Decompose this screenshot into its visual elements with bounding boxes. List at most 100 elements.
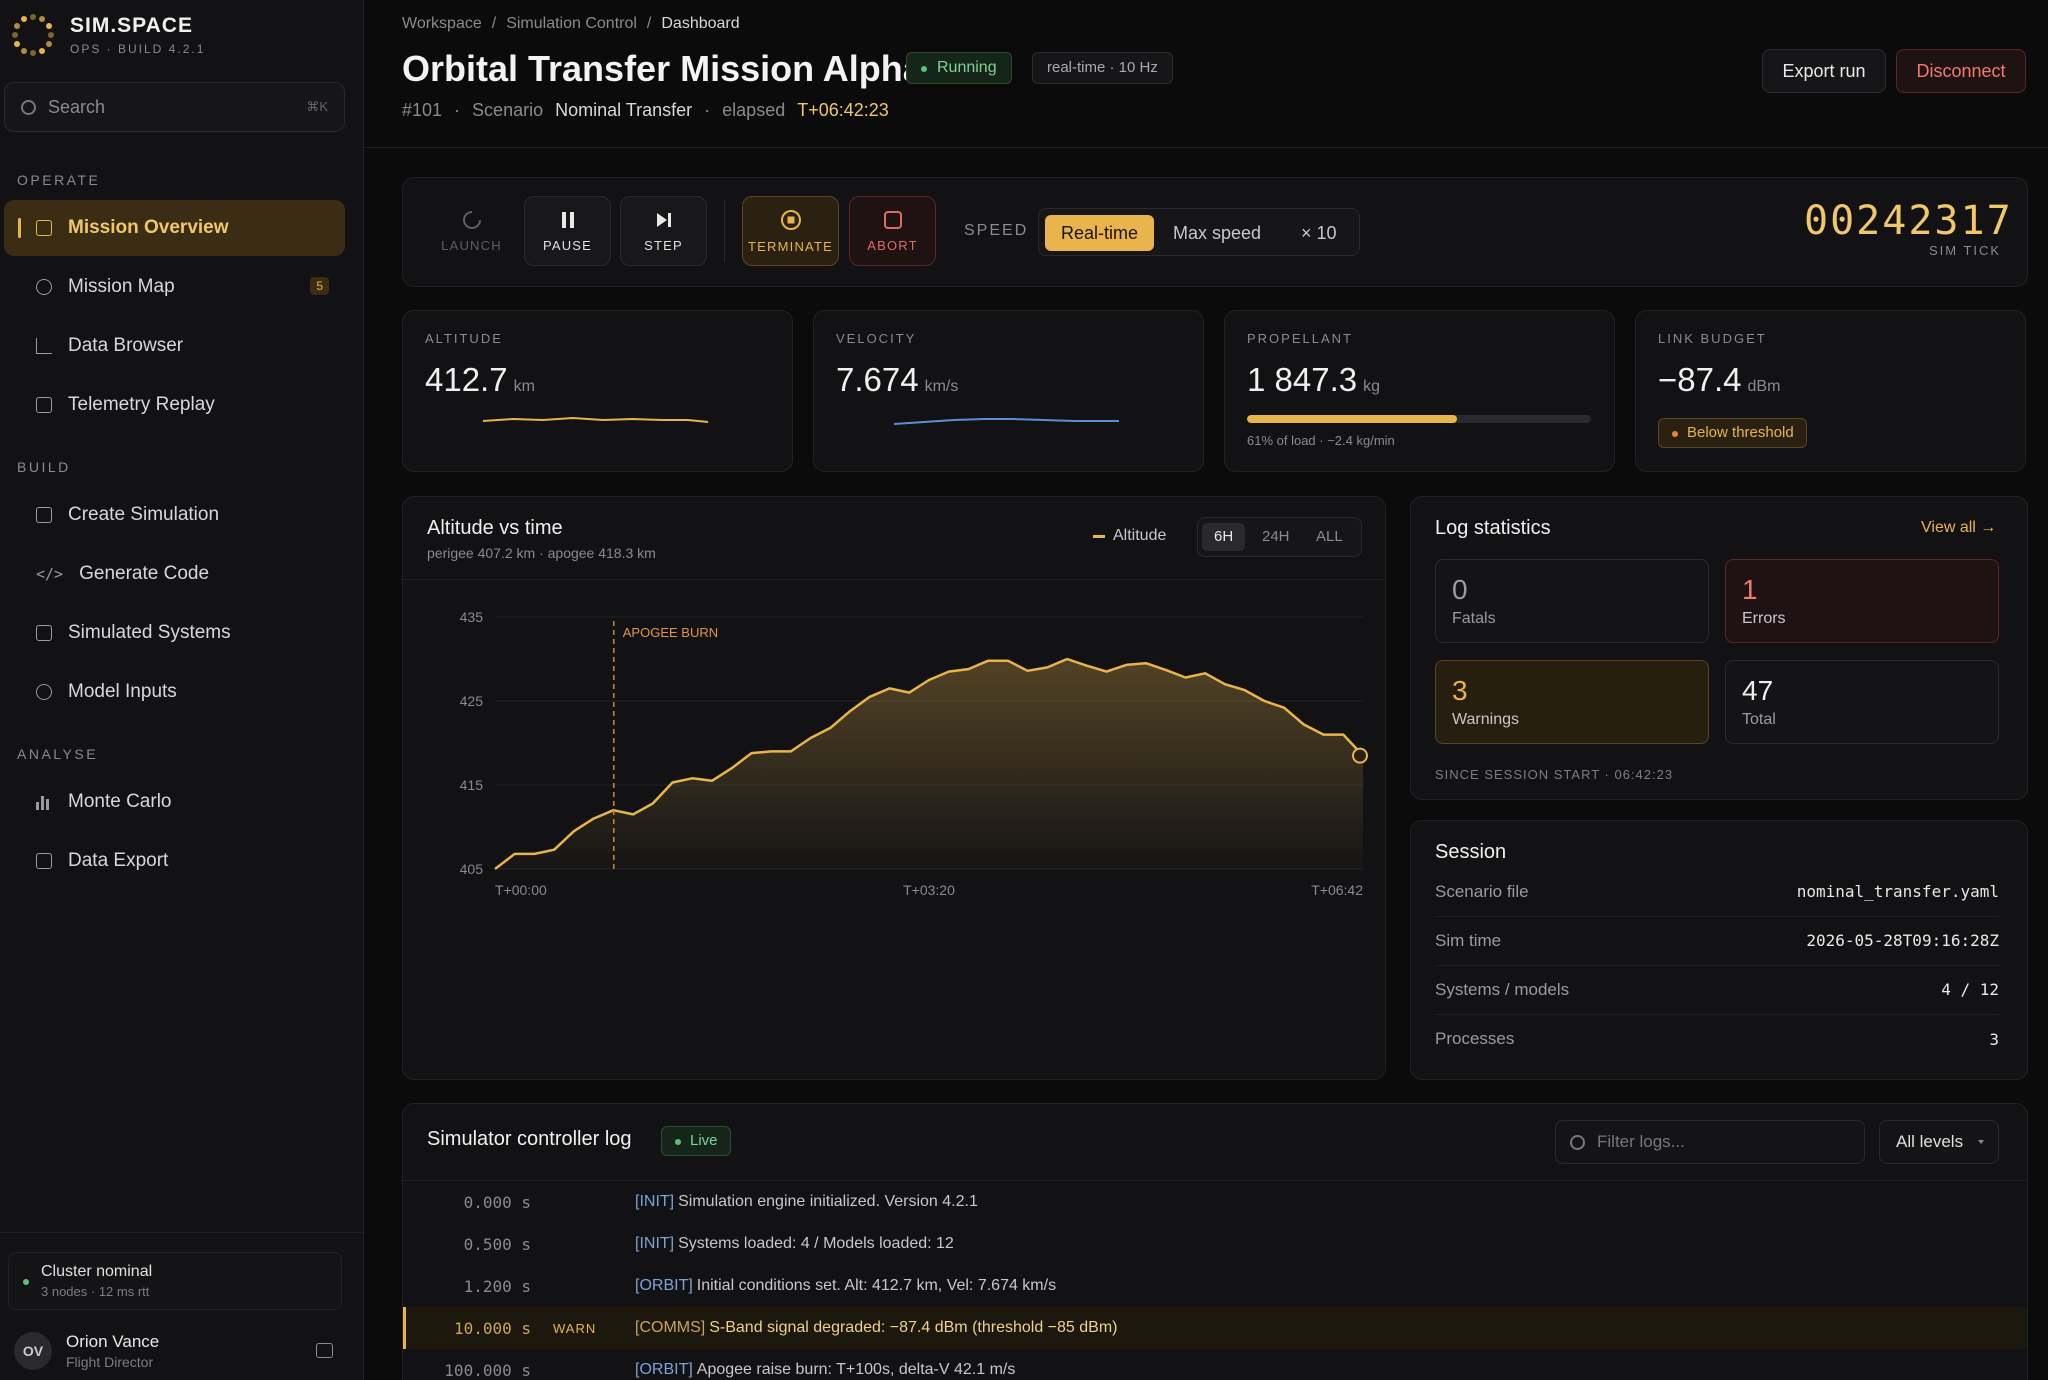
breadcrumb-simulation-control[interactable]: Simulation Control (506, 15, 637, 33)
sidebar-item-mission-map[interactable]: Mission Map 5 (4, 259, 345, 315)
altitude-area (495, 659, 1363, 869)
rate-badge: real-time · 10 Hz (1032, 52, 1173, 84)
logo-dot (21, 47, 27, 54)
search-box[interactable]: ⌘K (4, 82, 345, 132)
square-icon (36, 625, 52, 641)
sidebar-item-simulated-systems[interactable]: Simulated Systems (4, 605, 345, 661)
sidebar-item-model-inputs[interactable]: Model Inputs (4, 664, 345, 720)
stat-value: 7.674 km/s (836, 361, 959, 398)
x-tick-label: T+03:20 (903, 882, 955, 898)
stop-circle-icon (780, 209, 801, 230)
breadcrumb-workspace[interactable]: Workspace (402, 15, 482, 33)
search-icon (1570, 1134, 1585, 1150)
launch-button[interactable]: LAUNCH (428, 196, 515, 266)
elapsed-value: T+06:42:23 (797, 100, 889, 120)
circle-icon (36, 684, 52, 700)
status-dot-icon (23, 1279, 29, 1285)
meta-separator: · (454, 100, 461, 120)
log-row[interactable]: 1.200 s [ORBIT] Initial conditions set. Al… (403, 1265, 2027, 1307)
log-message: Apogee raise burn: T+100s, delta-V 42.1 … (696, 1361, 1016, 1378)
export-run-button[interactable]: Export run (1762, 49, 1886, 93)
speed-max-option[interactable]: Max speed (1157, 215, 1277, 251)
view-all-link[interactable]: View all → (1921, 519, 1996, 537)
errors-stat[interactable]: 1 Errors (1725, 559, 1999, 643)
fatals-stat[interactable]: 0 Fatals (1435, 559, 1709, 643)
meta-separator: · (704, 100, 711, 120)
header-divider (364, 147, 2048, 148)
sidebar-item-label: Mission Map (68, 276, 175, 297)
breadcrumb-separator: / (646, 15, 652, 32)
step-button[interactable]: STEP (620, 196, 707, 266)
log-filter-input[interactable] (1597, 1132, 1864, 1152)
log-row-warning[interactable]: 10.000 s WARN [COMMS] S-Band signal degrade… (403, 1307, 2027, 1349)
session-row-scenario-file: Scenario file nominal_transfer.yaml (1435, 867, 1999, 917)
disconnect-button[interactable]: Disconnect (1896, 49, 2026, 93)
stat-unit: dBm (1747, 378, 1781, 395)
count-badge: 5 (310, 277, 329, 295)
search-input[interactable] (48, 96, 295, 118)
warnings-stat[interactable]: 3 Warnings (1435, 660, 1709, 744)
cluster-title: Cluster nominal (41, 1263, 153, 1280)
level-select[interactable]: All levels (1879, 1120, 1999, 1164)
legend-swatch (1093, 534, 1105, 538)
cluster-details: 3 nodes · 12 ms rtt (41, 1284, 150, 1299)
square-icon (36, 853, 52, 869)
logo-dot (48, 32, 54, 38)
warnings-label: Warnings (1452, 711, 1519, 728)
sidebar-item-data-export[interactable]: Data Export (4, 833, 345, 889)
terminate-button[interactable]: TERMINATE (742, 196, 839, 266)
pause-button[interactable]: PAUSE (524, 196, 611, 266)
chart-legend: Altitude (1093, 527, 1166, 545)
pause-label: PAUSE (542, 237, 593, 253)
speed-multiplier-option[interactable]: × 10 (1285, 215, 1353, 251)
controller-log-panel: Simulator controller log Live All levels… (402, 1103, 2028, 1380)
main-content: Workspace / Simulation Control / Dashboa… (364, 0, 2048, 1380)
page-title: Orbital Transfer Mission Alpha (402, 48, 923, 89)
sidebar-item-label: Telemetry Replay (68, 394, 215, 415)
range-all[interactable]: ALL (1304, 523, 1355, 551)
log-row[interactable]: 0.500 s [INIT] Systems loaded: 4 / Models … (403, 1223, 2027, 1265)
sidebar-item-data-browser[interactable]: Data Browser (4, 318, 345, 374)
sim-tick-value: 00242317 (1804, 198, 2013, 244)
log-stats-title: Log statistics (1435, 517, 1551, 539)
range-selector: 6H 24H ALL (1197, 517, 1362, 557)
sidebar-item-label: Monte Carlo (68, 791, 172, 812)
brand[interactable]: SIM.SPACE OPS · BUILD 4.2.1 (10, 12, 205, 58)
section-operate: OPERATE (17, 172, 101, 188)
speed-realtime-option[interactable]: Real-time (1045, 215, 1155, 251)
run-id: #101 (402, 100, 443, 120)
stat-unit: km/s (924, 378, 959, 395)
sidebar-item-generate-code[interactable]: </> Generate Code (4, 546, 345, 602)
log-time: 100.000 s (444, 1360, 531, 1380)
log-row[interactable]: 0.000 s [INIT] Simulation engine initializ… (403, 1181, 2027, 1223)
since-session-start: SINCE SESSION START · 06:42:23 (1435, 767, 1674, 782)
user-role: Flight Director (66, 1354, 154, 1370)
total-stat[interactable]: 47 Total (1725, 660, 1999, 744)
sidebar-item-mission-overview[interactable]: Mission Overview (4, 200, 345, 256)
sidebar-item-create-simulation[interactable]: Create Simulation (4, 487, 345, 543)
scenario-label: Scenario (472, 100, 544, 120)
range-24h[interactable]: 24H (1250, 523, 1302, 551)
altitude-chart: 405 415 425 435 T+00:00 T+03:20 T+06:42 APOGEE … (460, 609, 1368, 898)
y-tick-label: 415 (460, 777, 484, 793)
live-badge: Live (661, 1126, 731, 1156)
log-tag: [INIT] (635, 1193, 675, 1210)
session-row-processes: Processes 3 (1435, 1029, 1999, 1049)
logo-dot (14, 41, 21, 47)
session-panel: Session Scenario file nominal_transfer.ya… (1410, 820, 2028, 1080)
log-filter-box[interactable] (1555, 1120, 1865, 1164)
propellant-note: 61% of load · −2.4 kg/min (1247, 433, 1395, 448)
sidebar-item-telemetry-replay[interactable]: Telemetry Replay (4, 377, 345, 433)
range-6h[interactable]: 6H (1202, 523, 1246, 551)
log-row[interactable]: 100.000 s [ORBIT] Apogee raise burn: T+100… (403, 1349, 2027, 1380)
user-profile[interactable]: OV Orion Vance Flight Director (14, 1332, 159, 1370)
sidebar-item-label: Generate Code (79, 563, 210, 584)
cluster-status[interactable]: Cluster nominal 3 nodes · 12 ms rtt (8, 1252, 342, 1310)
sidebar-footer-divider (0, 1232, 364, 1233)
abort-button[interactable]: ABORT (849, 196, 936, 266)
speed-label: SPEED (964, 222, 1029, 239)
spinner-icon (462, 210, 481, 229)
user-menu-icon[interactable] (316, 1343, 333, 1358)
sidebar-item-monte-carlo[interactable]: Monte Carlo (4, 774, 345, 830)
sidebar-item-label: Mission Overview (68, 217, 229, 238)
